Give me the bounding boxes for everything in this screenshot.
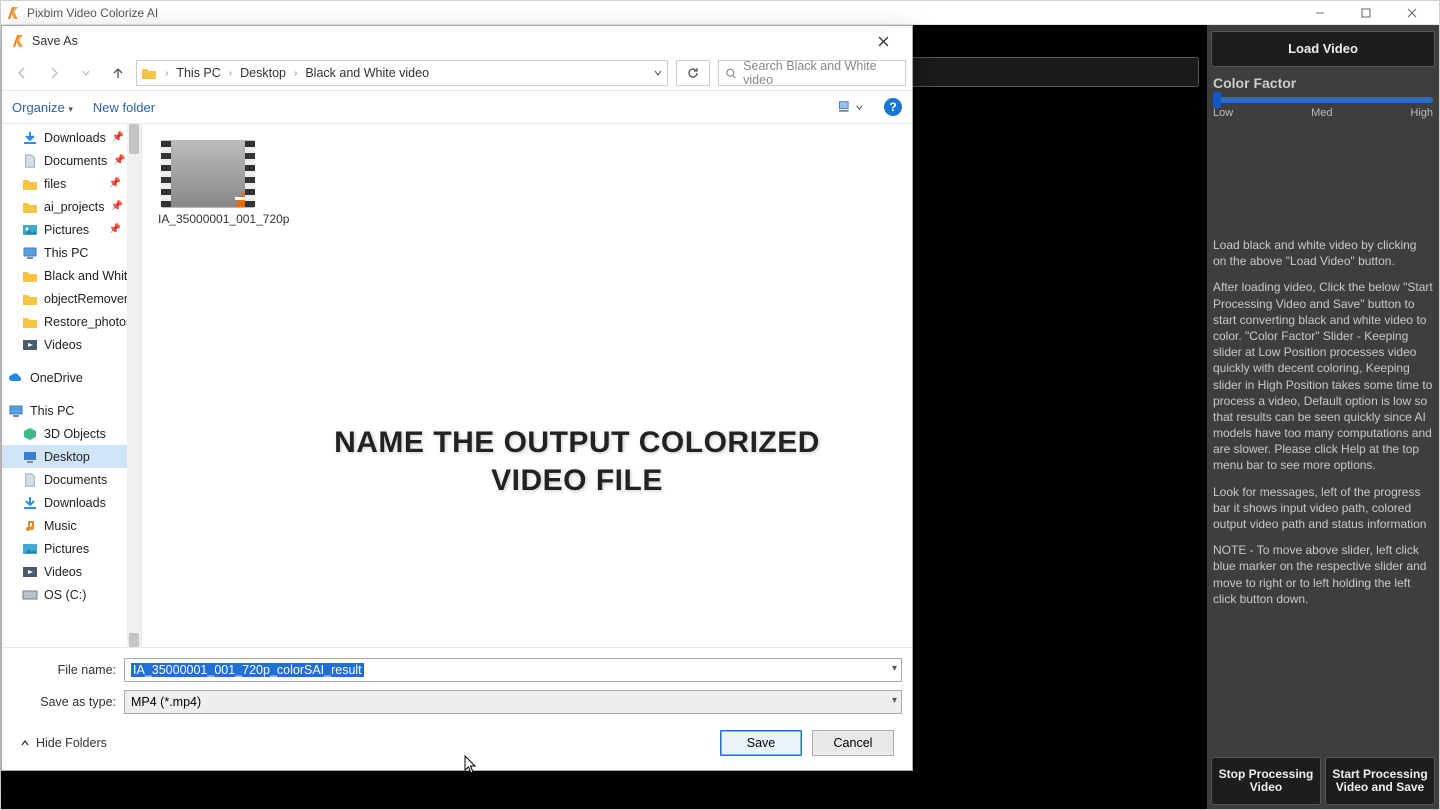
tree-item-pc-videos[interactable]: Videos [2,560,141,583]
save-as-dialog: Save As › This PC › Desktop › Black and … [1,25,913,771]
hide-folders-toggle[interactable]: Hide Folders [20,736,107,750]
chevron-up-icon [20,738,30,748]
slider-thumb[interactable] [1213,92,1221,108]
tree-item-os-c[interactable]: OS (C:) [2,583,141,606]
chevron-down-icon[interactable] [653,68,663,78]
chevron-down-icon: ▾ [68,104,73,114]
help-button[interactable]: ? [884,98,902,116]
savetype-label: Save as type: [12,695,124,709]
window-minimize-button[interactable] [1297,2,1343,24]
chevron-right-icon: › [294,68,297,79]
progress-segment [614,767,1199,803]
tree-item-pc-documents[interactable]: Documents [2,468,141,491]
tree-item-this-pc[interactable]: This PC [2,399,141,422]
search-icon [725,67,737,80]
tree-item-videos-quick[interactable]: Videos [2,333,141,356]
pin-icon: 📌 [112,132,124,143]
app-window: Pixbim Video Colorize AI Load Video Colo… [0,0,1440,810]
nav-forward-button[interactable] [40,59,68,87]
tree-item-pictures[interactable]: Pictures📌 [2,218,141,241]
tree-item-downloads[interactable]: Downloads📌 [2,126,141,149]
panel-help-text: Load black and white video by clicking o… [1211,237,1435,617]
filename-label: File name: [12,663,124,677]
tree-item-this-pc-quick[interactable]: This PC [2,241,141,264]
cancel-button[interactable]: Cancel [812,730,894,756]
tree-scrollbar[interactable] [127,124,141,647]
window-maximize-button[interactable] [1343,2,1389,24]
breadcrumb-current[interactable]: Black and White video [305,66,429,80]
refresh-button[interactable] [676,60,710,86]
pin-icon: 📌 [109,178,121,189]
folder-icon [141,66,157,80]
vlc-cone-icon [235,191,251,207]
address-bar[interactable]: › This PC › Desktop › Black and White vi… [136,60,668,86]
organize-menu[interactable]: Organize ▾ [12,100,73,115]
dialog-titlebar: Save As [2,26,912,56]
recent-locations-button[interactable] [72,59,100,87]
nav-up-button[interactable] [104,59,132,87]
tree-item-restore[interactable]: Restore_photos [2,310,141,333]
search-placeholder: Search Black and White video [743,59,899,87]
app-body: Load Video Color Factor Low Med High Loa… [1,25,1439,809]
tree-item-3d-objects[interactable]: 3D Objects [2,422,141,445]
dialog-bottom: File name: IA_35000001_001_720p_colorSAI… [2,647,912,770]
start-processing-button[interactable]: Start Processing Video and Save [1325,757,1435,805]
slider-label-med: Med [1311,107,1332,119]
bottom-progress-area [9,767,1199,803]
chevron-down-icon[interactable]: ▾ [892,695,897,706]
search-input[interactable]: Search Black and White video [718,60,906,86]
tree-item-onedrive[interactable]: OneDrive [2,366,141,389]
app-icon [5,5,21,21]
app-titlebar: Pixbim Video Colorize AI [1,1,1439,25]
stop-processing-button[interactable]: Stop Processing Video [1211,757,1321,805]
new-folder-button[interactable]: New folder [93,100,155,115]
chevron-down-icon [855,103,864,112]
slider-label-low: Low [1213,107,1233,119]
file-item-label: IA_35000001_001_720p [158,212,258,226]
tree-item-files[interactable]: files📌 [2,172,141,195]
dialog-toolbar: Organize ▾ New folder ? [2,90,912,124]
slider-label-high: High [1410,107,1433,119]
dialog-nav-row: › This PC › Desktop › Black and White vi… [2,56,912,90]
video-thumbnail-icon [162,140,254,208]
dialog-close-button[interactable] [862,27,904,55]
chevron-right-icon: › [229,68,232,79]
savetype-select[interactable]: MP4 (*.mp4) ▾ [124,690,902,714]
right-panel: Load Video Color Factor Low Med High Loa… [1207,25,1439,809]
breadcrumb-desktop[interactable]: Desktop [240,66,286,80]
filename-input[interactable]: IA_35000001_001_720p_colorSAI_result ▾ [124,658,902,682]
tree-item-objectremover[interactable]: objectRemoverS [2,287,141,310]
progress-segment [9,767,604,803]
filename-value: IA_35000001_001_720p_colorSAI_result [131,663,364,677]
dialog-main: Downloads📌 Documents📌 files📌 ai_projects… [2,124,912,647]
pin-icon: 📌 [113,155,125,166]
nav-tree[interactable]: Downloads📌 Documents📌 files📌 ai_projects… [2,124,142,647]
app-icon [10,33,26,49]
tree-item-bw[interactable]: Black and White [2,264,141,287]
nav-back-button[interactable] [8,59,36,87]
tree-item-pc-downloads[interactable]: Downloads [2,491,141,514]
file-list-area[interactable]: IA_35000001_001_720p NAME THE OUTPUT COL… [142,124,912,647]
file-item[interactable]: IA_35000001_001_720p [158,140,258,226]
savetype-value: MP4 (*.mp4) [131,695,201,709]
tree-item-documents[interactable]: Documents📌 [2,149,141,172]
tree-item-ai-projects[interactable]: ai_projects📌 [2,195,141,218]
pin-icon: 📌 [109,224,121,235]
tree-item-music[interactable]: Music [2,514,141,537]
breadcrumb-this-pc[interactable]: This PC [176,66,220,80]
app-title: Pixbim Video Colorize AI [27,6,158,20]
dialog-title: Save As [32,34,78,48]
chevron-right-icon: › [165,68,168,79]
view-options-button[interactable] [838,96,864,118]
color-factor-label: Color Factor [1211,71,1435,91]
chevron-down-icon[interactable]: ▾ [892,663,897,674]
tree-item-pc-pictures[interactable]: Pictures [2,537,141,560]
annotation-overlay: NAME THE OUTPUT COLORIZED VIDEO FILE [302,424,852,499]
color-factor-slider[interactable]: Low Med High [1211,95,1435,119]
pin-icon: 📌 [110,201,122,212]
load-video-button[interactable]: Load Video [1211,31,1435,67]
save-button[interactable]: Save [720,730,802,756]
window-close-button[interactable] [1389,2,1435,24]
tree-item-desktop[interactable]: Desktop [2,445,141,468]
